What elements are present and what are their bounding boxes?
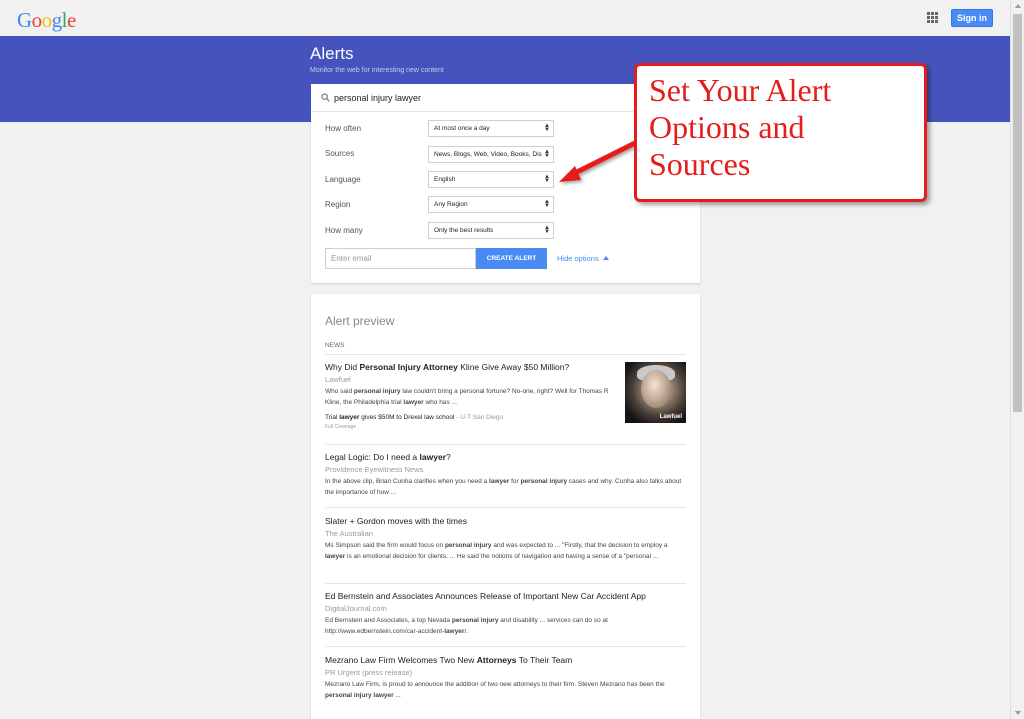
option-label-language: Language bbox=[325, 175, 361, 184]
article-source: The Australian bbox=[325, 529, 373, 538]
list-item: Slater + Gordon moves with the times The… bbox=[325, 516, 686, 584]
divider bbox=[325, 354, 686, 355]
logo-letter: G bbox=[17, 8, 32, 32]
option-label-sources: Sources bbox=[325, 149, 355, 158]
article-title[interactable]: Ed Bernstein and Associates Announces Re… bbox=[325, 591, 686, 602]
article-snippet: Who said personal injury law couldn't br… bbox=[325, 388, 609, 406]
article-thumbnail[interactable]: Lawfuel bbox=[625, 362, 686, 423]
select-value: Only the best results bbox=[434, 227, 494, 234]
select-arrows-icon: ▲ ▼ bbox=[544, 199, 550, 209]
list-item: Legal Logic: Do I need a lawyer? Provide… bbox=[325, 452, 686, 508]
article-snippet: Mezrano Law Firm, is proud to announce t… bbox=[325, 681, 665, 699]
thumbnail-face bbox=[641, 370, 671, 408]
sources-select[interactable]: News, Blogs, Web, Video, Books, Dis ▲ ▼ bbox=[428, 146, 554, 163]
vertical-scrollbar[interactable] bbox=[1010, 0, 1024, 719]
logo-letter: o bbox=[31, 8, 43, 32]
page-title: Alerts bbox=[310, 44, 354, 63]
article-snippet: In the above clip, Brian Cunha clarifies… bbox=[325, 478, 682, 496]
logo-letter: e bbox=[67, 8, 76, 32]
option-label-how-often: How often bbox=[325, 124, 362, 133]
full-coverage-link[interactable]: Full Coverage bbox=[325, 424, 686, 430]
callout-line: Options and bbox=[649, 109, 805, 145]
article-snippet: Ms Simpson said the firm would focus on … bbox=[325, 542, 668, 560]
article-title[interactable]: Why Did Personal Injury Attorney Kline G… bbox=[325, 362, 615, 373]
preview-title: Alert preview bbox=[325, 314, 395, 328]
page-subtitle: Monitor the web for interesting new cont… bbox=[310, 67, 444, 74]
scroll-up-icon[interactable] bbox=[1015, 4, 1021, 8]
article-source: DigitalJournal.com bbox=[325, 604, 387, 613]
article-source: Providence Eyewitness News bbox=[325, 465, 424, 474]
logo-letter: o bbox=[41, 8, 53, 32]
select-value: English bbox=[434, 176, 456, 183]
article-title[interactable]: Legal Logic: Do I need a lawyer? bbox=[325, 452, 686, 463]
list-item: Ed Bernstein and Associates Announces Re… bbox=[325, 591, 686, 647]
article-title[interactable]: Mezrano Law Firm Welcomes Two New Attorn… bbox=[325, 655, 686, 666]
news-section-label: NEWS bbox=[325, 342, 345, 349]
list-item: Mezrano Law Firm Welcomes Two New Attorn… bbox=[325, 655, 686, 715]
thumbnail-caption: Lawfuel bbox=[659, 414, 682, 420]
annotation-callout: Set Your Alert Options and Sources bbox=[634, 63, 927, 202]
option-label-region: Region bbox=[325, 200, 351, 209]
caret-up-icon bbox=[602, 256, 609, 260]
logo-letter: g bbox=[51, 8, 63, 32]
apps-grid-icon[interactable] bbox=[927, 12, 938, 23]
select-arrows-icon: ▲ ▼ bbox=[544, 149, 550, 159]
google-logo[interactable]: Google bbox=[17, 8, 76, 33]
hide-options-link[interactable]: Hide options bbox=[557, 254, 609, 263]
select-value: Any Region bbox=[434, 201, 468, 208]
scrollbar-thumb[interactable] bbox=[1013, 14, 1022, 412]
option-label-how-many: How many bbox=[325, 226, 363, 235]
callout-line: Sources bbox=[649, 146, 751, 182]
language-select[interactable]: English ▲ ▼ bbox=[428, 171, 554, 188]
article-source: PR Urgent (press release) bbox=[325, 668, 413, 677]
hide-options-label: Hide options bbox=[557, 254, 599, 263]
top-bar: Google Sign in bbox=[0, 0, 1010, 36]
search-query: personal injury lawyer bbox=[334, 93, 422, 103]
sign-in-button[interactable]: Sign in bbox=[951, 9, 993, 27]
create-alert-button[interactable]: CREATE ALERT bbox=[476, 248, 547, 269]
select-arrows-icon: ▲ ▼ bbox=[544, 225, 550, 235]
how-often-select[interactable]: At most once a day ▲ ▼ bbox=[428, 120, 554, 137]
email-field[interactable]: Enter email bbox=[325, 248, 476, 269]
select-arrows-icon: ▲ ▼ bbox=[544, 174, 550, 184]
select-value: At most once a day bbox=[434, 125, 490, 132]
select-arrows-icon: ▲ ▼ bbox=[544, 123, 550, 133]
list-item: Why Did Personal Injury Attorney Kline G… bbox=[325, 362, 686, 445]
scroll-down-icon[interactable] bbox=[1015, 711, 1021, 715]
search-icon bbox=[321, 93, 330, 102]
how-many-select[interactable]: Only the best results ▲ ▼ bbox=[428, 222, 554, 239]
article-snippet: Ed Bernstein and Associates, a top Nevad… bbox=[325, 617, 608, 635]
article-title[interactable]: Slater + Gordon moves with the times bbox=[325, 516, 686, 527]
callout-text: Set Your Alert Options and Sources bbox=[649, 72, 831, 183]
alert-preview-card: Alert preview NEWS Why Did Personal Inju… bbox=[311, 294, 700, 719]
callout-line: Set Your Alert bbox=[649, 72, 832, 108]
region-select[interactable]: Any Region ▲ ▼ bbox=[428, 196, 554, 213]
select-value: News, Blogs, Web, Video, Books, Dis bbox=[434, 151, 542, 158]
